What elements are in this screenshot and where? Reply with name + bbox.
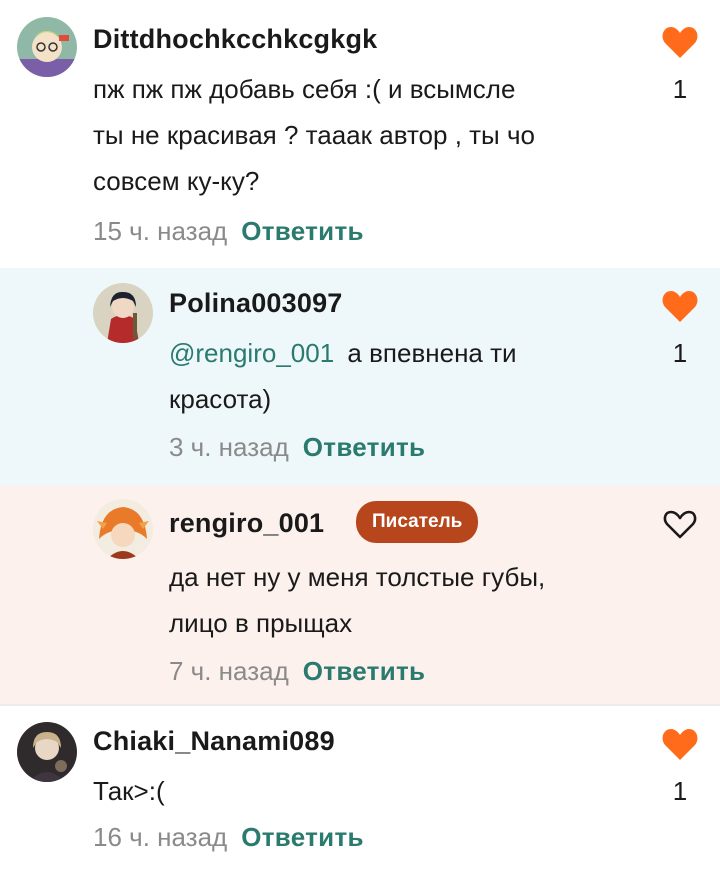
comment-item: Chiaki_Nanami089 Так>:( 16 ч. назад Ответ… bbox=[0, 706, 720, 874]
comment-text: да нет ну у меня толстые губы, лицо в пр… bbox=[169, 554, 669, 646]
comment-line: красота) bbox=[169, 384, 272, 414]
comment-item: Dittdhochkcchkcgkgk пж пж пж добавь себя… bbox=[0, 0, 720, 268]
comment-meta: 16 ч. назад Ответить bbox=[93, 822, 364, 853]
comment-time: 7 ч. назад bbox=[169, 656, 289, 686]
comment-line: да нет ну у меня толстые губы, bbox=[169, 562, 546, 592]
comment-time: 15 ч. назад bbox=[93, 216, 228, 246]
heart-filled-icon[interactable] bbox=[661, 726, 699, 762]
reply-item: Polina003097 @rengiro_001 а впевнена ти … bbox=[0, 268, 720, 486]
like-count: 1 bbox=[672, 338, 688, 368]
comment-meta: 3 ч. назад Ответить bbox=[169, 432, 425, 463]
reply-button[interactable]: Ответить bbox=[241, 216, 364, 246]
comment-line: пж пж пж добавь себя :( и всымсле bbox=[93, 74, 516, 104]
user-avatar[interactable] bbox=[17, 722, 77, 782]
comment-line: ты не красивая ? тааак автор , ты чо bbox=[93, 120, 535, 150]
comment-time: 16 ч. назад bbox=[93, 822, 228, 852]
comment-line: совсем ку-ку? bbox=[93, 166, 260, 196]
heart-outline-icon[interactable] bbox=[661, 506, 699, 542]
user-avatar[interactable] bbox=[93, 499, 153, 559]
user-avatar[interactable] bbox=[17, 17, 77, 77]
reply-button[interactable]: Ответить bbox=[303, 432, 426, 462]
user-avatar[interactable] bbox=[93, 283, 153, 343]
reply-button[interactable]: Ответить bbox=[303, 656, 426, 686]
comment-line: лицо в прыщах bbox=[169, 608, 353, 638]
comment-username[interactable]: Chiaki_Nanami089 bbox=[93, 726, 335, 757]
comment-username[interactable]: rengiro_001 bbox=[169, 508, 324, 539]
comment-text: пж пж пж добавь себя :( и всымсле ты не … bbox=[93, 66, 593, 204]
mention-link[interactable]: @rengiro_001 bbox=[169, 338, 334, 368]
author-badge: Писатель bbox=[356, 501, 479, 543]
comment-username[interactable]: Polina003097 bbox=[169, 288, 343, 319]
like-count: 1 bbox=[672, 776, 688, 806]
reply-button[interactable]: Ответить bbox=[241, 822, 364, 852]
comment-meta: 7 ч. назад Ответить bbox=[169, 656, 425, 687]
heart-filled-icon[interactable] bbox=[661, 288, 699, 324]
comment-text: @rengiro_001 а впевнена ти красота) bbox=[169, 330, 669, 422]
comment-line: Так>:( bbox=[93, 776, 165, 806]
reply-item: rengiro_001 Писатель да нет ну у меня то… bbox=[0, 486, 720, 704]
heart-filled-icon[interactable] bbox=[661, 24, 699, 60]
comment-line: а впевнена ти bbox=[347, 338, 517, 368]
comment-time: 3 ч. назад bbox=[169, 432, 289, 462]
comment-meta: 15 ч. назад Ответить bbox=[93, 216, 364, 247]
comment-text: Так>:( bbox=[93, 768, 593, 814]
like-count: 1 bbox=[672, 74, 688, 104]
comment-username[interactable]: Dittdhochkcchkcgkgk bbox=[93, 24, 377, 55]
